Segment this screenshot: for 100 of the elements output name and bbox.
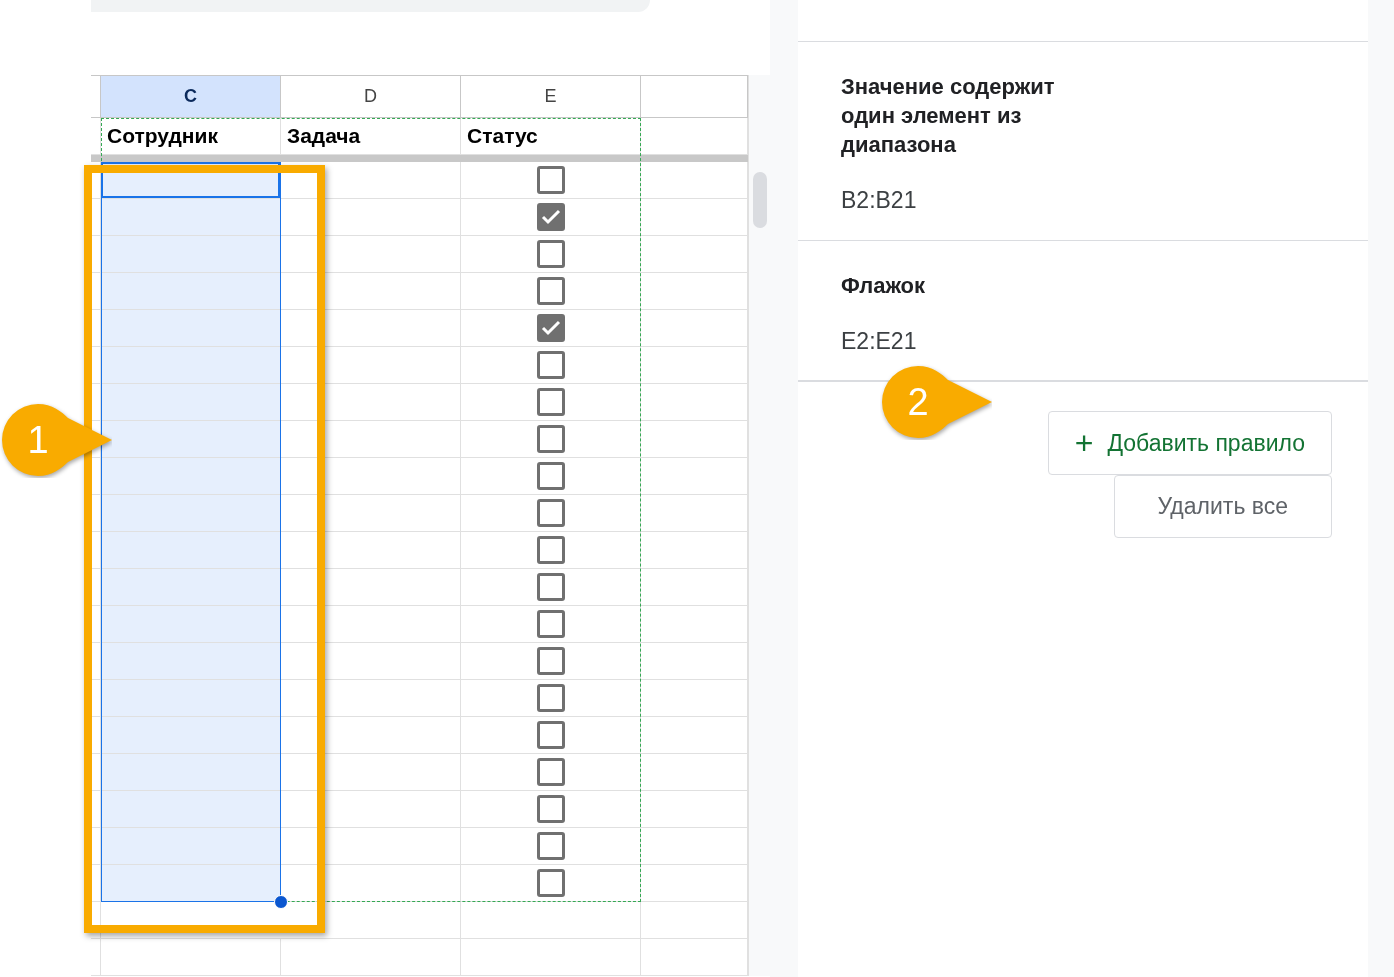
grid-cell[interactable] (101, 199, 281, 236)
checkbox[interactable] (536, 573, 565, 601)
checkbox[interactable] (536, 684, 565, 712)
grid-cell[interactable] (281, 754, 461, 791)
checkbox[interactable] (536, 610, 565, 638)
grid-cell[interactable] (281, 310, 461, 347)
grid-cell[interactable] (281, 532, 461, 569)
grid-cell[interactable] (101, 421, 281, 458)
grid-cell[interactable] (281, 236, 461, 273)
grid-cell[interactable] (281, 458, 461, 495)
grid-cell[interactable] (461, 865, 641, 902)
grid-cell[interactable] (101, 347, 281, 384)
grid-cell[interactable] (461, 384, 641, 421)
grid-cell[interactable] (101, 717, 281, 754)
row-header[interactable] (91, 569, 101, 606)
checkbox[interactable] (536, 166, 565, 194)
grid-cell[interactable] (101, 569, 281, 606)
row-header[interactable] (91, 236, 101, 273)
grid-cell[interactable] (101, 865, 281, 902)
delete-all-button[interactable]: Удалить все (1113, 475, 1332, 538)
grid-cell[interactable] (101, 495, 281, 532)
checkbox[interactable] (536, 795, 565, 823)
row-header[interactable] (91, 680, 101, 717)
grid-cell[interactable] (461, 347, 641, 384)
grid-cell[interactable] (281, 717, 461, 754)
grid-cell[interactable] (461, 680, 641, 717)
row-header[interactable] (91, 273, 101, 310)
grid-cell[interactable] (281, 162, 461, 199)
checkbox[interactable] (536, 351, 565, 379)
row-header[interactable] (91, 865, 101, 902)
column-header[interactable]: D (281, 75, 461, 118)
scrollbar[interactable] (748, 75, 770, 976)
grid-cell[interactable] (281, 384, 461, 421)
grid-cell[interactable] (461, 199, 641, 236)
row-header[interactable] (91, 902, 101, 939)
checkbox[interactable] (536, 536, 565, 564)
grid-cell[interactable] (101, 458, 281, 495)
row-header[interactable] (91, 347, 101, 384)
grid-cell[interactable] (461, 939, 641, 976)
row-header[interactable] (91, 310, 101, 347)
grid-cell[interactable] (461, 791, 641, 828)
checkbox[interactable] (536, 832, 565, 860)
row-header[interactable] (91, 939, 101, 976)
grid-cell[interactable] (281, 828, 461, 865)
add-rule-button[interactable]: + Добавить правило (1047, 411, 1332, 475)
grid-cell[interactable] (101, 828, 281, 865)
grid-cell[interactable] (461, 754, 641, 791)
grid-cell[interactable] (461, 902, 641, 939)
column-header[interactable]: C (101, 75, 281, 118)
checkbox[interactable] (536, 425, 565, 453)
checkbox[interactable] (536, 758, 565, 786)
checkbox[interactable] (536, 869, 565, 897)
fill-handle[interactable] (274, 895, 288, 909)
grid-cell[interactable] (461, 310, 641, 347)
grid-cell[interactable] (281, 495, 461, 532)
grid-cell[interactable] (461, 495, 641, 532)
checkbox[interactable] (536, 499, 565, 527)
row-header[interactable] (91, 162, 101, 199)
checkbox[interactable] (536, 203, 565, 231)
grid-cell[interactable] (461, 421, 641, 458)
row-header[interactable] (91, 606, 101, 643)
checkbox[interactable] (536, 388, 565, 416)
grid-cell[interactable] (461, 569, 641, 606)
grid-cell[interactable] (101, 310, 281, 347)
row-header[interactable] (91, 384, 101, 421)
row-header[interactable] (91, 495, 101, 532)
checkbox[interactable] (536, 462, 565, 490)
grid-cell[interactable] (281, 606, 461, 643)
row-header[interactable] (91, 458, 101, 495)
row-header[interactable] (91, 717, 101, 754)
grid-cell[interactable] (101, 384, 281, 421)
row-header[interactable] (91, 828, 101, 865)
row-header[interactable] (91, 754, 101, 791)
grid-cell[interactable] (101, 939, 281, 976)
grid-cell[interactable] (281, 569, 461, 606)
checkbox[interactable] (536, 721, 565, 749)
grid-cell[interactable] (281, 680, 461, 717)
grid-cell[interactable] (461, 717, 641, 754)
grid-cell[interactable] (281, 643, 461, 680)
grid-cell[interactable] (101, 643, 281, 680)
column-header[interactable]: E (461, 75, 641, 118)
grid-cell[interactable] (281, 347, 461, 384)
grid-cell[interactable] (461, 236, 641, 273)
row-header[interactable] (91, 199, 101, 236)
row-header[interactable] (91, 791, 101, 828)
grid-cell[interactable] (281, 199, 461, 236)
grid-cell[interactable] (281, 273, 461, 310)
grid-cell[interactable] (101, 606, 281, 643)
scrollbar-thumb[interactable] (752, 172, 767, 228)
checkbox[interactable] (536, 277, 565, 305)
checkbox[interactable] (536, 314, 565, 342)
grid-cell[interactable] (281, 939, 461, 976)
row-header[interactable] (91, 532, 101, 569)
checkbox[interactable] (536, 647, 565, 675)
grid-cell[interactable] (461, 532, 641, 569)
checkbox[interactable] (536, 240, 565, 268)
grid-cell[interactable] (101, 680, 281, 717)
grid-cell[interactable] (461, 606, 641, 643)
row-header[interactable] (91, 643, 101, 680)
grid-cell[interactable] (461, 162, 641, 199)
